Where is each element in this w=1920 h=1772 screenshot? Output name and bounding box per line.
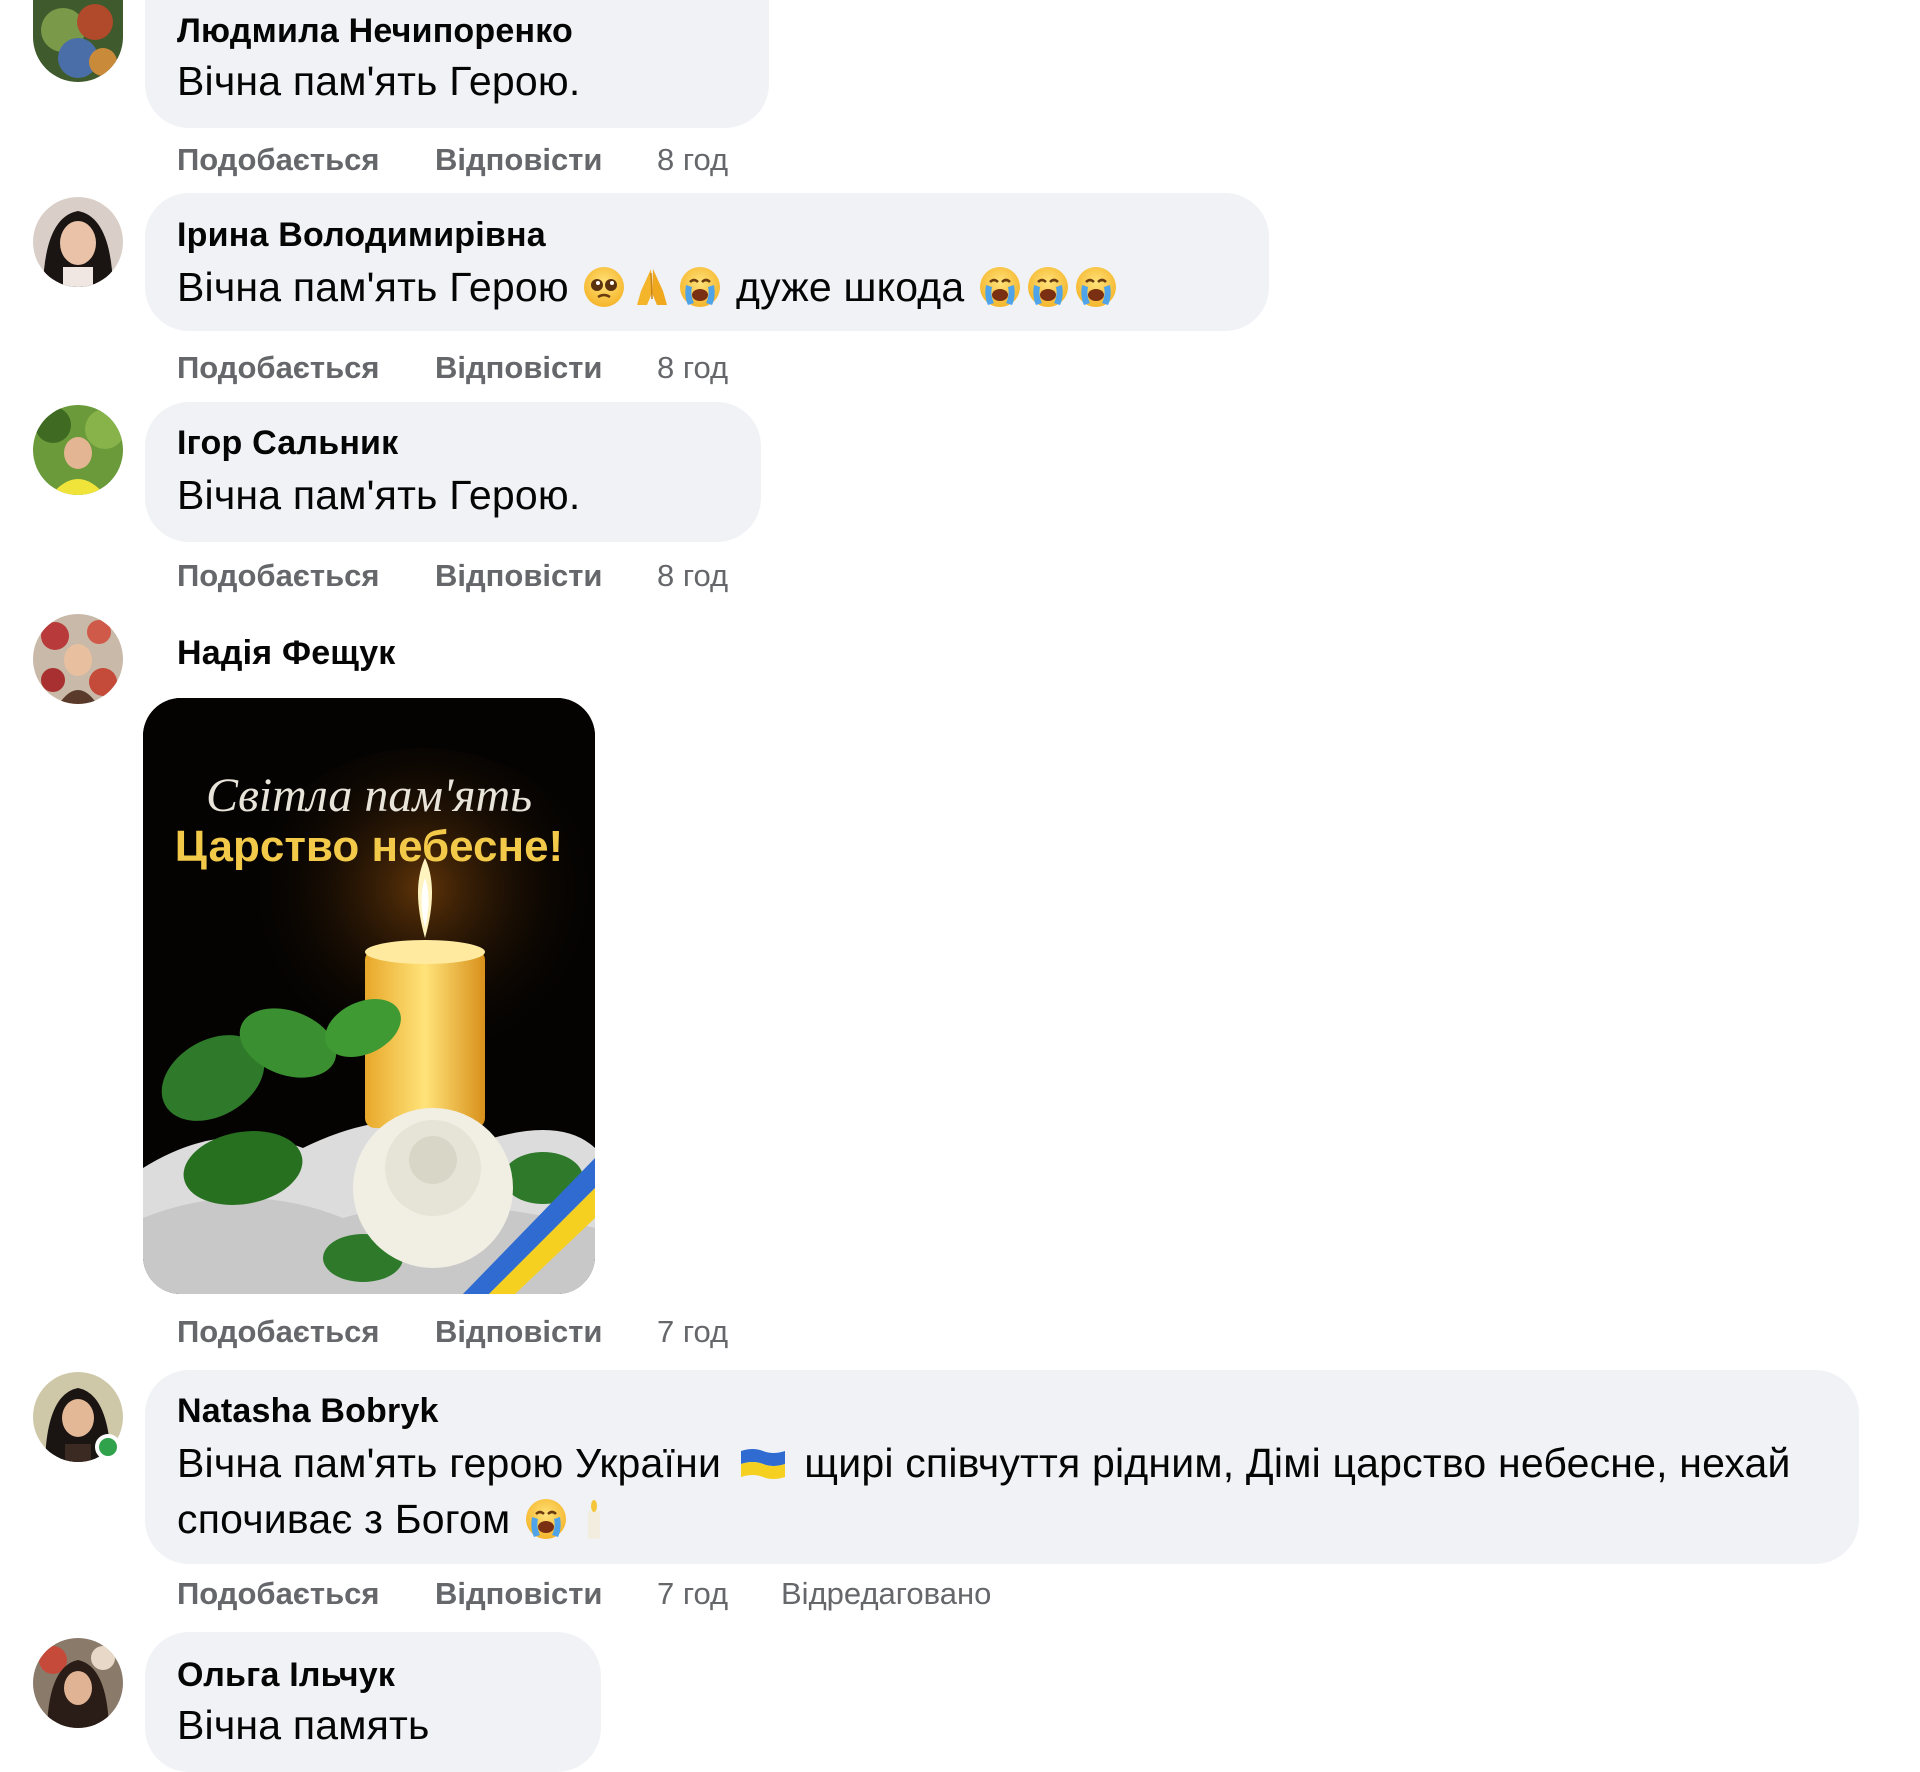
memorial-image[interactable]: Світла пам'ять Царство небесне! (143, 698, 595, 1294)
like-button[interactable]: Подобається (177, 1314, 380, 1350)
comment-text: Вічна пам'ять герою України щирі співчут… (177, 1440, 1791, 1487)
avatar[interactable] (33, 614, 123, 704)
reply-button[interactable]: Відповісти (435, 142, 603, 178)
ukraine-flag-icon (740, 1449, 785, 1479)
comment-text: Вічна пам'ять Герою. (177, 472, 581, 518)
comment-author[interactable]: Natasha Bobryk (177, 1392, 439, 1431)
comment-text-part: Вічна пам'ять Герою (177, 264, 569, 310)
comment-author[interactable]: Людмила Нечипоренко (177, 12, 573, 51)
online-status-indicator (95, 1434, 121, 1460)
image-caption-line1: Світла пам'ять (205, 769, 533, 822)
crying-face-icon (978, 265, 1022, 309)
reply-button[interactable]: Відповісти (435, 350, 603, 386)
comment-author[interactable]: Ірина Володимирівна (177, 216, 546, 255)
timestamp[interactable]: 7 год (657, 1576, 728, 1612)
image-caption-line2: Царство небесне! (174, 822, 564, 871)
edited-label[interactable]: Відредаговано (781, 1576, 991, 1612)
like-button[interactable]: Подобається (177, 1576, 380, 1612)
folded-hands-icon (630, 265, 674, 309)
like-button[interactable]: Подобається (177, 350, 380, 386)
avatar[interactable] (33, 0, 123, 82)
timestamp[interactable]: 7 год (657, 1314, 728, 1350)
comment-author[interactable]: Надія Фещук (177, 634, 396, 673)
comment-text: Вічна память (177, 1702, 430, 1748)
comment-text-part: щирі співчуття рідним, Дімі царство небе… (804, 1440, 1791, 1486)
timestamp[interactable]: 8 год (657, 558, 728, 594)
avatar[interactable] (33, 197, 123, 287)
reply-button[interactable]: Відповісти (435, 1576, 603, 1612)
comment-text-part: спочиває з Богом (177, 1496, 511, 1542)
like-button[interactable]: Подобається (177, 142, 380, 178)
comment-text: Вічна пам'ять Герою дуже шкода (177, 264, 1120, 311)
comment-text-part: Вічна пам'ять герою України (177, 1440, 722, 1486)
crying-face-icon (678, 265, 722, 309)
crying-face-icon (1026, 265, 1070, 309)
avatar[interactable] (33, 1372, 123, 1462)
avatar[interactable] (33, 1638, 123, 1728)
candle-icon (572, 1497, 616, 1541)
like-button[interactable]: Подобається (177, 558, 380, 594)
comment-text-part: дуже шкода (736, 264, 965, 310)
avatar[interactable] (33, 405, 123, 495)
comment-text-line2: спочиває з Богом (177, 1496, 618, 1543)
comment-author[interactable]: Ігор Сальник (177, 424, 398, 463)
pleading-face-icon (582, 265, 626, 309)
timestamp[interactable]: 8 год (657, 142, 728, 178)
comment-author[interactable]: Ольга Ільчук (177, 1656, 395, 1695)
comment-text: Вічна пам'ять Герою. (177, 58, 581, 104)
timestamp[interactable]: 8 год (657, 350, 728, 386)
crying-face-icon (524, 1497, 568, 1541)
reply-button[interactable]: Відповісти (435, 558, 603, 594)
crying-face-icon (1074, 265, 1118, 309)
reply-button[interactable]: Відповісти (435, 1314, 603, 1350)
